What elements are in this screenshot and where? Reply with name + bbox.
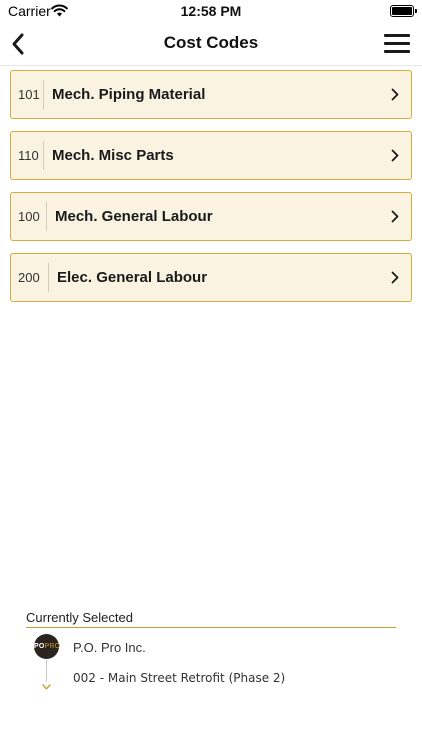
tree-connector bbox=[46, 660, 47, 682]
row-divider bbox=[43, 80, 44, 109]
status-time: 12:58 PM bbox=[180, 3, 242, 19]
status-bar: Carrier 12:58 PM bbox=[0, 0, 422, 22]
cost-code-name: Mech. Misc Parts bbox=[52, 147, 174, 164]
cost-code-name: Elec. General Labour bbox=[57, 269, 208, 286]
chevron-left-icon bbox=[12, 33, 24, 55]
selected-project-name[interactable]: 002 - Main Street Retrofit (Phase 2) bbox=[73, 671, 285, 685]
cost-code-row[interactable]: 110 Mech. Misc Parts bbox=[10, 131, 412, 180]
back-button[interactable] bbox=[6, 30, 34, 58]
chevron-down-icon[interactable] bbox=[42, 684, 51, 690]
row-divider bbox=[43, 141, 44, 170]
chevron-right-icon bbox=[391, 149, 399, 162]
chevron-right-icon bbox=[391, 88, 399, 101]
cost-code-name: Mech. Piping Material bbox=[52, 86, 206, 103]
navigation-bar: Cost Codes bbox=[0, 22, 422, 66]
cost-code-number: 110 bbox=[18, 148, 39, 163]
cost-code-row[interactable]: 101 Mech. Piping Material bbox=[10, 70, 412, 119]
battery-icon bbox=[390, 5, 417, 17]
chevron-right-icon bbox=[391, 271, 399, 284]
logo-text: PO bbox=[34, 643, 45, 650]
currently-selected-heading: Currently Selected bbox=[26, 610, 396, 628]
cost-code-row[interactable]: 200 Elec. General Labour bbox=[10, 253, 412, 302]
hamburger-menu-icon bbox=[384, 34, 410, 37]
cost-code-row[interactable]: 100 Mech. General Labour bbox=[10, 192, 412, 241]
cost-code-number: 200 bbox=[18, 270, 40, 285]
logo-text-accent: PRO bbox=[44, 643, 61, 650]
chevron-right-icon bbox=[391, 210, 399, 223]
cost-code-number: 101 bbox=[18, 87, 40, 102]
page-title: Cost Codes bbox=[163, 33, 259, 52]
company-logo: POPRO bbox=[34, 634, 61, 659]
menu-button[interactable] bbox=[384, 31, 410, 57]
cost-code-name: Mech. General Labour bbox=[55, 208, 213, 225]
selected-company-name[interactable]: P.O. Pro Inc. bbox=[73, 640, 146, 655]
cost-code-list: 101 Mech. Piping Material 110 Mech. Misc… bbox=[10, 70, 412, 314]
row-divider bbox=[46, 202, 47, 231]
cost-code-number: 100 bbox=[18, 209, 40, 224]
currently-selected-panel: Currently Selected POPRO P.O. Pro Inc. 0… bbox=[26, 610, 396, 690]
row-divider bbox=[48, 263, 49, 292]
